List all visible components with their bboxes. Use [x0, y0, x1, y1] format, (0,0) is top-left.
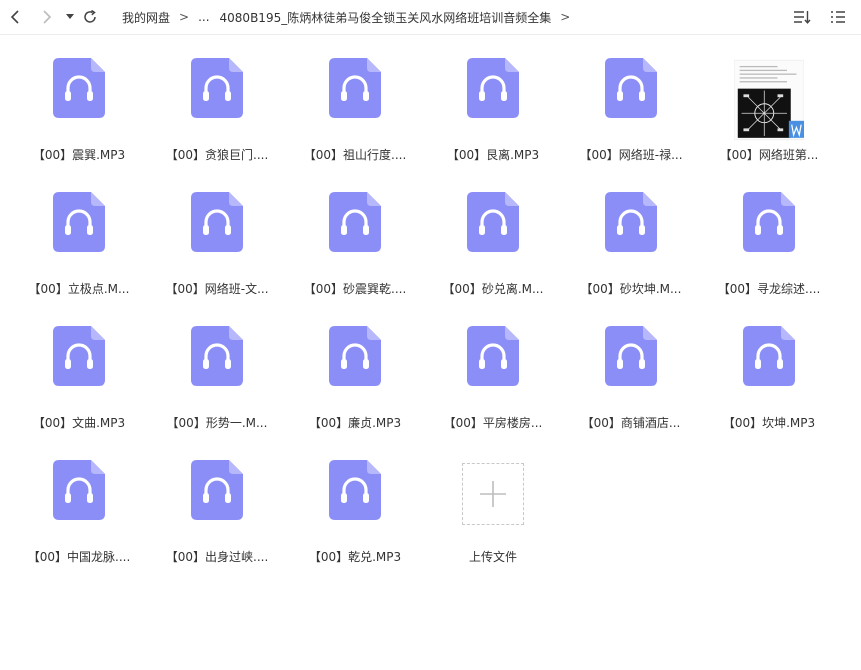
headphones-icon [596, 326, 666, 410]
breadcrumb-root[interactable]: 我的网盘 [122, 9, 170, 26]
headphones-icon [182, 460, 252, 544]
file-name: 【00】形势一.M... [166, 416, 268, 430]
headphones-icon [44, 460, 114, 544]
file-tile[interactable]: 【00】乾兑.MP3 [286, 452, 424, 586]
file-tile[interactable]: 【00】廉贞.MP3 [286, 318, 424, 452]
file-tile[interactable]: 【00】平房楼房... [424, 318, 562, 452]
file-tile[interactable]: 【00】砂兑离.M... [424, 184, 562, 318]
file-tile[interactable]: 【00】网络班-禄... [562, 50, 700, 184]
file-name: 【00】祖山行度.... [303, 148, 407, 162]
sort-icon[interactable] [793, 8, 811, 26]
list-view-icon[interactable] [829, 8, 847, 26]
file-tile[interactable]: 【00】震巽.MP3 [10, 50, 148, 184]
chevron-left-icon[interactable] [6, 7, 26, 27]
breadcrumb-ellipsis[interactable]: ... [198, 10, 209, 24]
file-tile[interactable]: 【00】立极点.M... [10, 184, 148, 318]
headphones-icon [734, 192, 804, 276]
headphones-icon [320, 460, 390, 544]
upload-label: 上传文件 [468, 550, 517, 564]
headphones-icon [182, 326, 252, 410]
breadcrumb-current[interactable]: 4080B195_陈炳林徒弟马俊全锁玉关风水网络班培训音频全集 [220, 9, 552, 26]
file-name: 【00】平房楼房... [443, 416, 543, 430]
file-tile[interactable]: 【00】中国龙脉.... [10, 452, 148, 586]
file-name: 【00】砂兑离.M... [442, 282, 544, 296]
file-name: 【00】乾兑.MP3 [308, 550, 402, 564]
file-name: 【00】立极点.M... [28, 282, 130, 296]
file-tile[interactable]: 【00】出身过峡.... [148, 452, 286, 586]
file-name: 【00】坎坤.MP3 [722, 416, 816, 430]
file-tile[interactable]: 【00】艮离.MP3 [424, 50, 562, 184]
headphones-icon [734, 326, 804, 410]
headphones-icon [458, 192, 528, 276]
headphones-icon [182, 58, 252, 142]
file-tile[interactable]: 【00】祖山行度.... [286, 50, 424, 184]
file-name: 【00】网络班第... [719, 148, 819, 162]
file-name: 【00】出身过峡.... [165, 550, 269, 564]
file-tile[interactable]: 【00】砂震巽乾.... [286, 184, 424, 318]
refresh-icon[interactable] [80, 7, 100, 27]
file-tile[interactable]: 【00】网络班-文... [148, 184, 286, 318]
breadcrumb-separator: > [179, 10, 190, 24]
chevron-right-icon[interactable] [36, 7, 56, 27]
file-name: 【00】砂坎坤.M... [580, 282, 682, 296]
headphones-icon [458, 326, 528, 410]
breadcrumb-separator: > [560, 10, 571, 24]
upload-area[interactable] [458, 460, 528, 544]
file-name: 【00】文曲.MP3 [32, 416, 126, 430]
file-tile[interactable]: 【00】贪狼巨门.... [148, 50, 286, 184]
file-name: 【00】震巽.MP3 [32, 148, 126, 162]
file-tile[interactable]: 【00】商铺酒店... [562, 318, 700, 452]
file-name: 【00】中国龙脉.... [27, 550, 131, 564]
word-document-icon [734, 58, 804, 142]
headphones-icon [320, 326, 390, 410]
toolbar: 我的网盘 > ... 4080B195_陈炳林徒弟马俊全锁玉关风水网络班培训音频… [0, 0, 861, 35]
plus-icon [462, 463, 524, 525]
caret-down-icon[interactable] [60, 7, 80, 27]
headphones-icon [44, 58, 114, 142]
file-grid: 【00】震巽.MP3 【00】贪狼巨门.... 【00】祖山行度.... 【00】艮离… [10, 50, 838, 586]
upload-tile[interactable]: 上传文件 [424, 452, 562, 586]
file-tile[interactable]: 【00】形势一.M... [148, 318, 286, 452]
file-tile[interactable]: 【00】砂坎坤.M... [562, 184, 700, 318]
file-name: 【00】贪狼巨门.... [165, 148, 269, 162]
file-name: 【00】廉贞.MP3 [308, 416, 402, 430]
file-name: 【00】砂震巽乾.... [303, 282, 407, 296]
headphones-icon [320, 192, 390, 276]
file-tile[interactable]: 【00】寻龙综述.... [700, 184, 838, 318]
headphones-icon [596, 192, 666, 276]
file-name: 【00】网络班-文... [165, 282, 269, 296]
headphones-icon [458, 58, 528, 142]
file-tile[interactable]: 【00】文曲.MP3 [10, 318, 148, 452]
breadcrumb: 我的网盘 > ... 4080B195_陈炳林徒弟马俊全锁玉关风水网络班培训音频… [122, 0, 579, 34]
headphones-icon [596, 58, 666, 142]
file-name: 【00】寻龙综述.... [717, 282, 821, 296]
headphones-icon [44, 326, 114, 410]
headphones-icon [320, 58, 390, 142]
headphones-icon [44, 192, 114, 276]
file-tile[interactable]: 【00】坎坤.MP3 [700, 318, 838, 452]
file-name: 【00】商铺酒店... [581, 416, 681, 430]
file-name: 【00】网络班-禄... [579, 148, 683, 162]
file-name: 【00】艮离.MP3 [446, 148, 540, 162]
file-tile[interactable]: 【00】网络班第... [700, 50, 838, 184]
headphones-icon [182, 192, 252, 276]
